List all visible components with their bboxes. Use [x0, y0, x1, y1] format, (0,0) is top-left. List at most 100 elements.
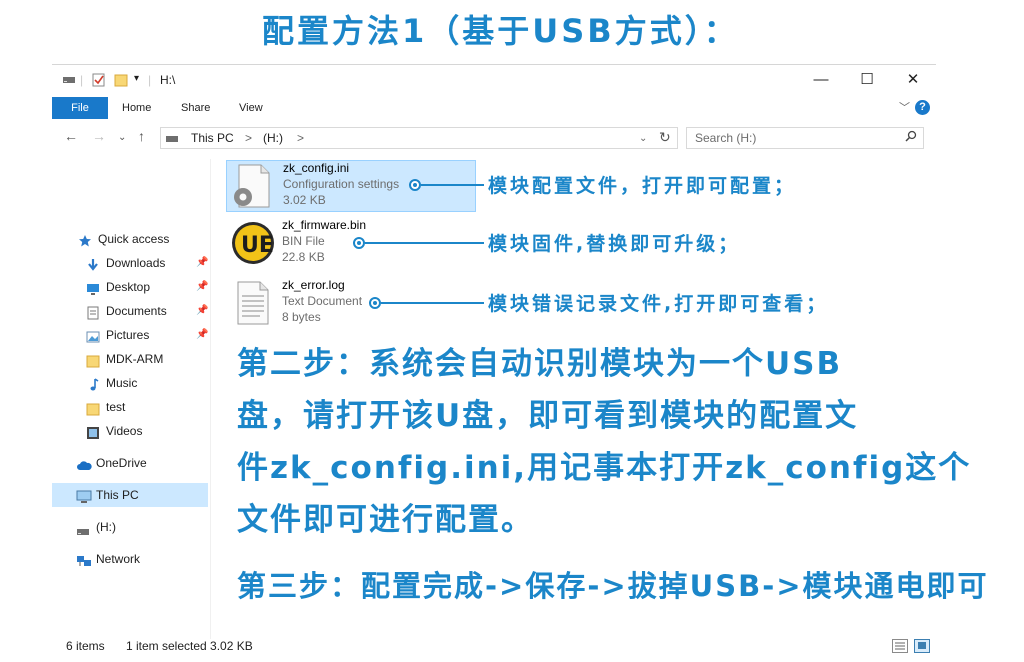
- step-3-text: 第三步：配置完成->保存->拔掉USB->模块通电即可: [237, 569, 989, 603]
- navigation-pane: Quick access Downloads 📌 Desktop 📌 Documents 📌…: [52, 159, 211, 639]
- properties-check-icon[interactable]: [92, 73, 106, 90]
- sidebar-item-videos[interactable]: Videos: [52, 419, 208, 443]
- file-annotation: 模块错误记录文件,打开即可查看；: [488, 293, 829, 315]
- sidebar-item-quick-access[interactable]: Quick access: [52, 227, 208, 251]
- drive-icon[interactable]: [62, 73, 76, 87]
- tab-view[interactable]: View: [227, 97, 275, 119]
- ribbon-tabs: File Home Share View ﹀ ?: [52, 97, 936, 119]
- sidebar-item-downloads[interactable]: Downloads 📌: [52, 251, 208, 275]
- music-note-icon: [86, 376, 100, 391]
- address-bar[interactable]: This PC > (H:) > ⌄ ↻: [160, 127, 678, 149]
- annotation-leader-line: [421, 184, 484, 186]
- sidebar-item-desktop[interactable]: Desktop 📌: [52, 275, 208, 299]
- file-annotation: 模块配置文件，打开即可配置；: [488, 175, 797, 197]
- breadcrumb-drive-h[interactable]: (H:): [263, 131, 283, 145]
- sidebar-item-h[interactable]: (H:): [52, 515, 208, 539]
- network-icon: [76, 552, 91, 566]
- refresh-icon[interactable]: ↻: [659, 129, 671, 146]
- sidebar-item-label: Music: [106, 376, 138, 390]
- sidebar-item-mdk-arm[interactable]: MDK-ARM: [52, 347, 208, 371]
- sidebar-item-label: Desktop: [106, 280, 151, 294]
- navigation-bar: ← → ⌄ ↑ This PC > (H:) > ⌄ ↻ Search (H:): [52, 123, 936, 153]
- file-name: zk_error.log: [282, 278, 345, 292]
- pin-icon[interactable]: 📌: [196, 299, 208, 323]
- chevron-down-icon[interactable]: ﹀: [899, 99, 910, 115]
- download-arrow-icon: [86, 256, 100, 271]
- back-arrow-icon[interactable]: ←: [64, 128, 78, 144]
- sidebar-item-label: OneDrive: [96, 456, 147, 470]
- sidebar-item-label: Network: [96, 552, 141, 566]
- file-name: zk_firmware.bin: [282, 218, 367, 232]
- up-arrow-icon[interactable]: ↑: [138, 128, 145, 144]
- title-bar: | ▾ | H:\ — ☐ ✕: [52, 65, 936, 95]
- selection-info: 1 item selected 3.02 KB: [126, 639, 253, 653]
- pin-icon[interactable]: 📌: [196, 251, 208, 275]
- config-file-gear-icon: [231, 163, 275, 214]
- sidebar-item-documents[interactable]: Documents 📌: [52, 299, 208, 323]
- step-2-text-line: 文件即可进行配置。: [237, 502, 534, 538]
- large-icons-view-icon[interactable]: [914, 639, 930, 653]
- desktop-icon: [86, 280, 100, 295]
- breadcrumb-this-pc[interactable]: This PC: [191, 131, 234, 145]
- sidebar-item-pictures[interactable]: Pictures 📌: [52, 323, 208, 347]
- new-folder-icon[interactable]: [114, 73, 128, 90]
- file-annotation: 模块固件,替换即可升级；: [488, 233, 741, 255]
- item-count: 6 items: [66, 639, 105, 653]
- help-icon[interactable]: ?: [915, 100, 930, 115]
- forward-arrow-icon[interactable]: →: [92, 128, 106, 144]
- ultraedit-ue-icon: UE: [230, 220, 276, 271]
- annotation-dot: [353, 237, 365, 249]
- sidebar-item-label: (H:): [96, 520, 116, 534]
- sidebar-item-label: Quick access: [98, 232, 170, 246]
- folder-icon: [86, 400, 100, 416]
- separator: |: [148, 73, 152, 87]
- pin-icon[interactable]: 📌: [196, 275, 208, 299]
- search-box[interactable]: Search (H:): [686, 127, 924, 149]
- svg-text:UE: UE: [241, 233, 274, 258]
- close-button[interactable]: ✕: [890, 65, 936, 95]
- separator: |: [80, 73, 84, 87]
- file-size: 22.8 KB: [282, 250, 325, 264]
- text-document-icon: [230, 280, 274, 331]
- search-input[interactable]: Search (H:): [695, 131, 756, 145]
- file-size: 8 bytes: [282, 310, 321, 324]
- file-size: 3.02 KB: [283, 193, 326, 207]
- annotation-leader-line: [381, 302, 484, 304]
- video-icon: [86, 424, 100, 439]
- step-2-text-line: 盘，请打开该U盘，即可看到模块的配置文: [237, 398, 859, 434]
- documents-icon: [86, 304, 100, 320]
- cloud-icon: [76, 456, 92, 470]
- breadcrumb-separator[interactable]: >: [297, 131, 304, 145]
- file-type: BIN File: [282, 234, 325, 248]
- tab-file[interactable]: File: [52, 97, 108, 119]
- file-name: zk_config.ini: [283, 161, 350, 175]
- customize-quick-access-icon[interactable]: ▾: [134, 73, 139, 84]
- minimize-button[interactable]: —: [798, 65, 844, 95]
- sidebar-item-onedrive[interactable]: OneDrive: [52, 451, 208, 475]
- annotation-dot: [409, 179, 421, 191]
- sidebar-item-label: Downloads: [106, 256, 166, 270]
- sidebar-item-this-pc[interactable]: This PC: [52, 483, 208, 507]
- sidebar-item-music[interactable]: Music: [52, 371, 208, 395]
- page-heading: 配置方法1（基于USB方式）：: [262, 12, 739, 50]
- sidebar-item-label: This PC: [96, 488, 139, 502]
- sidebar-item-network[interactable]: Network: [52, 547, 208, 571]
- file-type: Text Document: [282, 294, 363, 308]
- folder-icon: [86, 352, 100, 368]
- file-item[interactable]: zk_config.ini Configuration settings 3.02 …: [226, 160, 476, 212]
- tab-home[interactable]: Home: [110, 97, 163, 119]
- details-view-icon[interactable]: [892, 639, 908, 653]
- step-2-text-line: 第二步：系统会自动识别模块为一个USB: [237, 346, 843, 382]
- sidebar-item-test[interactable]: test: [52, 395, 208, 419]
- search-icon: [905, 130, 917, 145]
- address-dropdown-icon[interactable]: ⌄: [639, 133, 647, 144]
- recent-locations-icon[interactable]: ⌄: [118, 132, 126, 143]
- maximize-button[interactable]: ☐: [844, 65, 890, 95]
- sidebar-item-label: Videos: [106, 424, 143, 438]
- breadcrumb-separator[interactable]: >: [245, 131, 252, 145]
- tab-share[interactable]: Share: [169, 97, 222, 119]
- file-type: Configuration settings: [283, 177, 400, 191]
- sidebar-item-label: test: [106, 400, 126, 414]
- pin-icon[interactable]: 📌: [196, 323, 208, 347]
- annotation-leader-line: [365, 242, 484, 244]
